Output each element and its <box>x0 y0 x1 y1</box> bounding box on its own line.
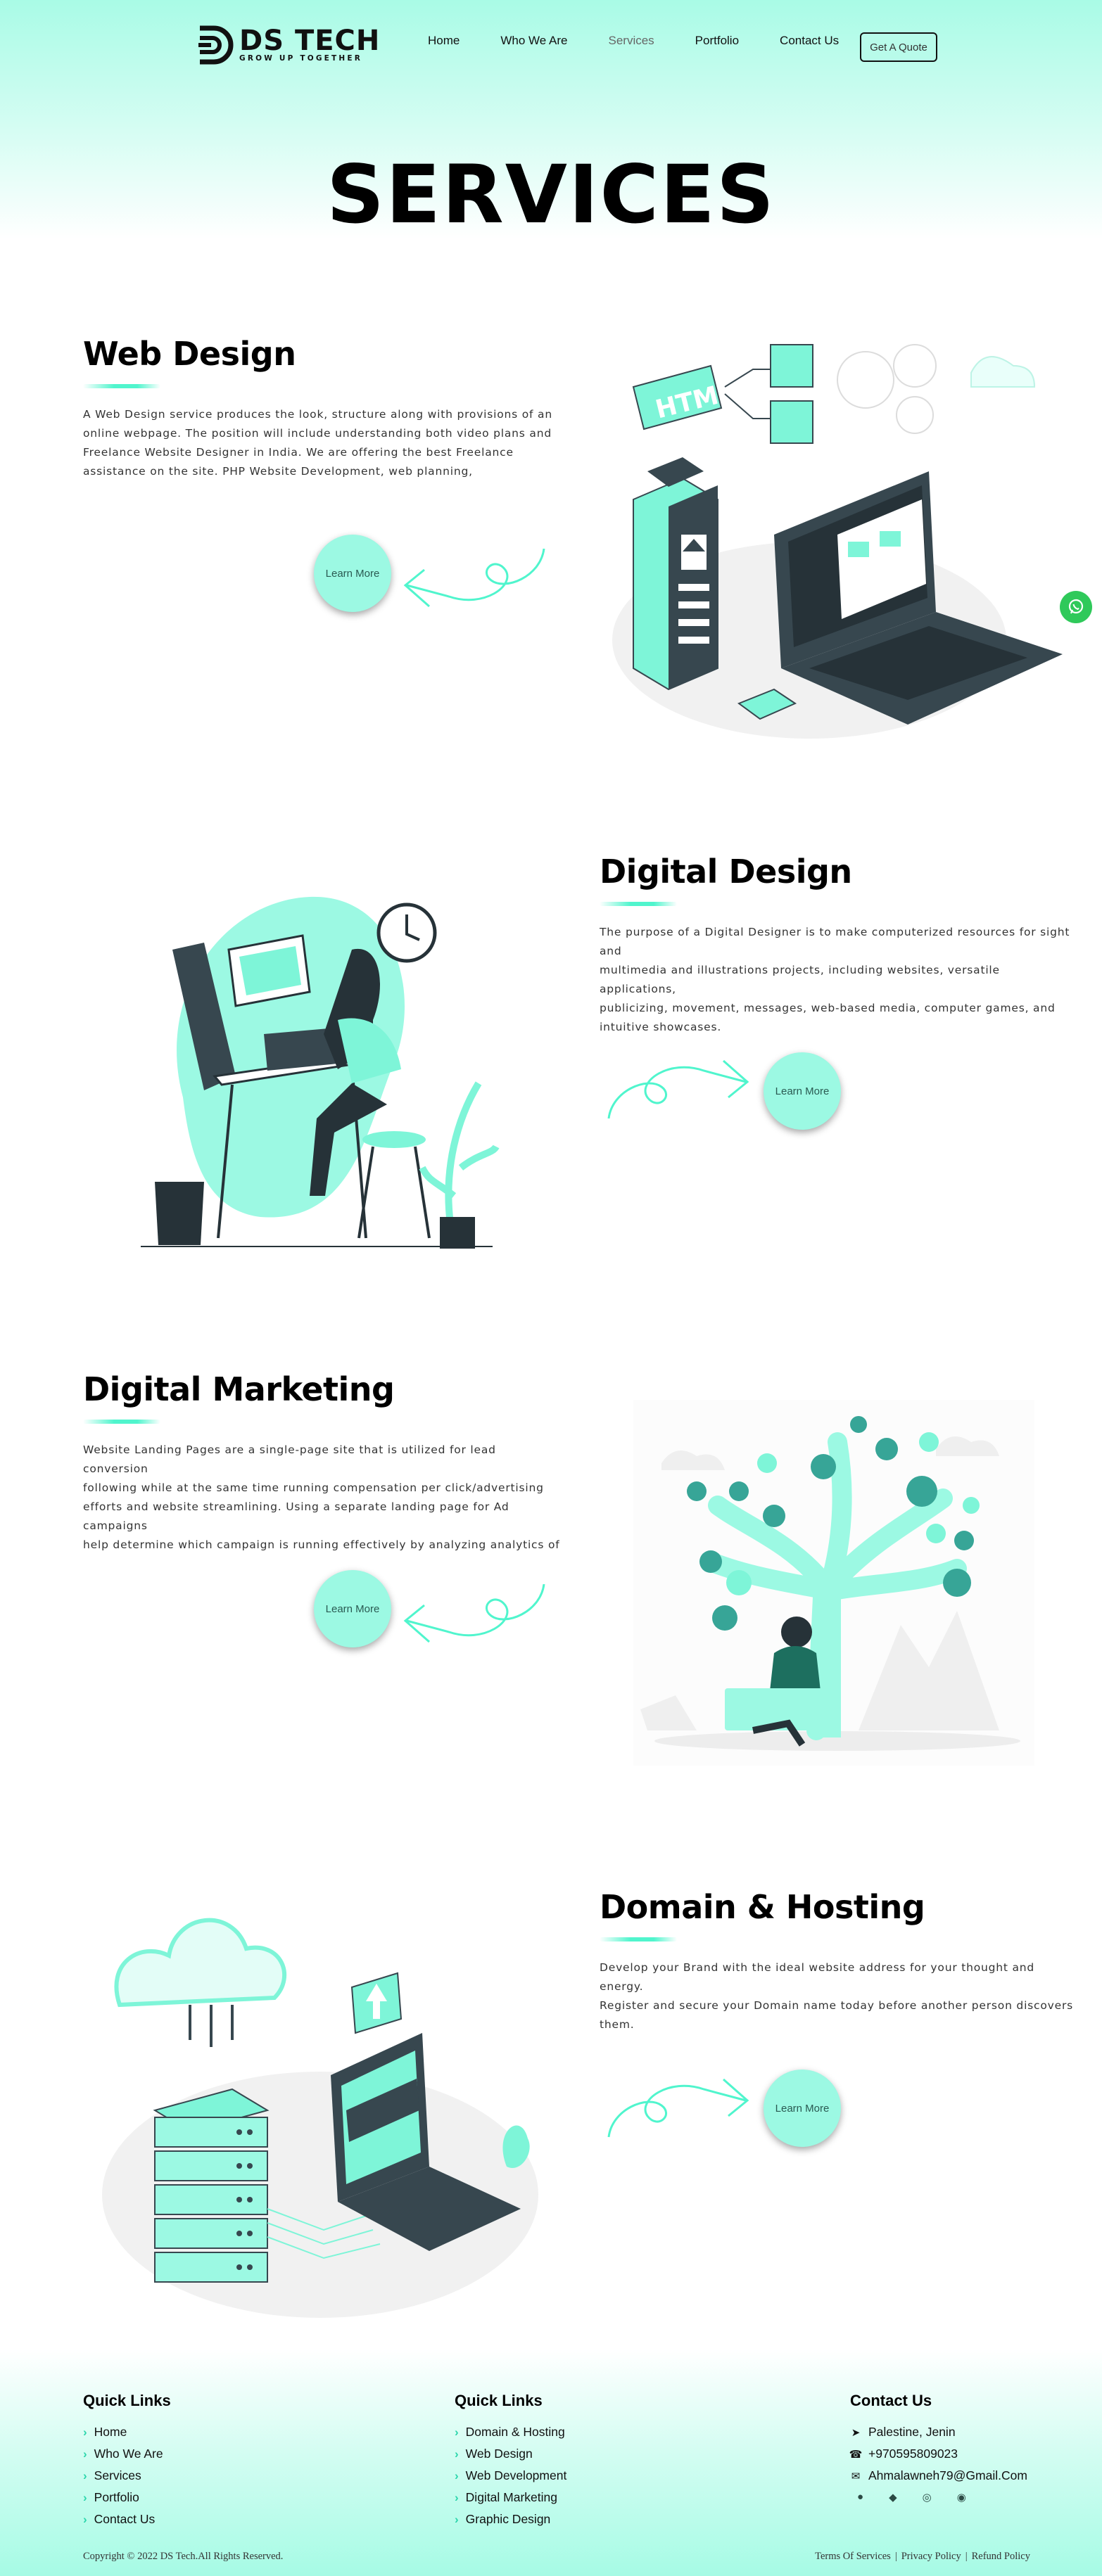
divider: | <box>894 2551 897 2562</box>
footer-link-contact-us[interactable]: › Contact Us <box>83 2508 171 2530</box>
whatsapp-icon[interactable]: ◉ <box>957 2491 966 2504</box>
chevron-right-icon: › <box>455 2468 459 2482</box>
footer-link-who-we-are[interactable]: › Who We Are <box>83 2443 171 2465</box>
footer-link-web-development[interactable]: › Web Development <box>455 2465 566 2487</box>
footer-heading: Contact Us <box>850 2392 932 2409</box>
footer-link-home[interactable]: › Home <box>83 2421 171 2443</box>
service-description: A Web Design service produces the look, … <box>83 408 552 478</box>
nav-home[interactable]: Home <box>428 34 460 48</box>
title-underline <box>83 1420 160 1424</box>
chevron-right-icon: › <box>455 2490 459 2504</box>
chevron-right-icon: › <box>455 2512 459 2526</box>
title-underline <box>600 902 677 906</box>
service-description: Develop your Brand with the ideal websit… <box>600 1961 1074 2031</box>
service-description: Website Landing Pages are a single-page … <box>83 1443 560 1551</box>
service-title: Digital Marketing <box>83 1370 395 1408</box>
footer-link-domain-hosting[interactable]: › Domain & Hosting <box>455 2421 566 2443</box>
arrow-swirl-icon <box>403 548 545 608</box>
title-underline <box>600 1937 677 1941</box>
page-title: SERVICES <box>326 148 776 241</box>
service-title: Digital Design <box>600 853 852 891</box>
location-arrow-icon: ➤ <box>851 2426 861 2439</box>
learn-more-button-web-design[interactable]: Learn More <box>314 535 391 612</box>
nav-who-we-are[interactable]: Who We Are <box>500 34 567 48</box>
service-description: The purpose of a Digital Designer is to … <box>600 926 1070 1033</box>
footer-link-portfolio[interactable]: › Portfolio <box>83 2487 171 2508</box>
whatsapp-float-button[interactable] <box>1060 591 1092 623</box>
hero-header: DS TECH GROW UP TOGETHER Home Who We Are… <box>0 0 1102 241</box>
footer: Quick Links › Home › Who We Are › Services … <box>0 2349 1102 2576</box>
service-domain-hosting: Domain & Hosting Develop your Brand with… <box>600 1888 1078 2034</box>
phone-icon: ☎ <box>849 2448 863 2461</box>
service-web-design: Web Design A Web Design service produces… <box>83 335 562 481</box>
terms-link[interactable]: Terms Of Services <box>815 2551 891 2563</box>
instagram-icon[interactable]: ◎ <box>923 2491 932 2504</box>
footer-heading: Quick Links <box>83 2392 171 2409</box>
domain-hosting-illustration <box>102 1918 538 2318</box>
chevron-right-icon: › <box>83 2512 87 2526</box>
brand-tagline: GROW UP TOGETHER <box>239 54 363 63</box>
nav-services[interactable]: Services <box>608 34 654 48</box>
footer-contact: Contact Us ➤ Palestine, Jenin ☎ +970595809… <box>849 2392 1027 2504</box>
nav-portfolio[interactable]: Portfolio <box>695 34 739 48</box>
digital-design-illustration <box>141 896 500 1249</box>
chevron-right-icon: › <box>83 2447 87 2461</box>
arrow-swirl-icon <box>607 1059 749 1119</box>
twitter-icon[interactable]: ◆ <box>889 2491 897 2504</box>
nav-contact-us[interactable]: Contact Us <box>780 34 839 48</box>
title-underline <box>83 384 160 388</box>
chevron-right-icon: › <box>83 2425 87 2439</box>
service-title: Web Design <box>83 335 296 373</box>
footer-link-services[interactable]: › Services <box>83 2465 171 2487</box>
envelope-icon: ✉ <box>851 2470 861 2482</box>
digital-marketing-illustration <box>633 1400 1034 1766</box>
learn-more-button-domain-hosting[interactable]: Learn More <box>764 2070 841 2147</box>
footer-heading: Quick Links <box>455 2392 543 2409</box>
service-digital-marketing: Digital Marketing Website Landing Pages … <box>83 1370 562 1555</box>
social-links: ● ◆ ◎ ◉ <box>857 2491 1027 2504</box>
chevron-right-icon: › <box>83 2468 87 2482</box>
arrow-swirl-icon <box>403 1583 545 1643</box>
privacy-link[interactable]: Privacy Policy <box>901 2551 961 2563</box>
footer-link-digital-marketing[interactable]: › Digital Marketing <box>455 2487 566 2508</box>
whatsapp-icon <box>1068 599 1084 614</box>
logo-mark-icon <box>198 25 234 65</box>
learn-more-button-digital-design[interactable]: Learn More <box>764 1052 841 1130</box>
footer-quick-links-2: Quick Links › Domain & Hosting › Web Desig… <box>455 2392 566 2530</box>
service-digital-design: Digital Design The purpose of a Digital … <box>600 853 1078 1037</box>
contact-email[interactable]: ✉ Ahmalawneh79@Gmail.Com <box>850 2465 1027 2487</box>
copyright-text: Copyright © 2022 DS Tech.All Rights Rese… <box>83 2551 284 2562</box>
service-title: Domain & Hosting <box>600 1888 925 1926</box>
legal-links: Terms Of Services | Privacy Policy | Ref… <box>815 2551 1030 2563</box>
chevron-right-icon: › <box>455 2425 459 2439</box>
web-design-illustration: HTML <box>612 344 1063 739</box>
brand-logo[interactable]: DS TECH GROW UP TOGETHER <box>197 25 380 65</box>
get-a-quote-button[interactable]: Get A Quote <box>860 32 937 62</box>
chevron-right-icon: › <box>83 2490 87 2504</box>
arrow-swirl-icon <box>607 2078 749 2138</box>
chevron-right-icon: › <box>455 2447 459 2461</box>
contact-address: ➤ Palestine, Jenin <box>851 2425 956 2439</box>
learn-more-button-digital-marketing[interactable]: Learn More <box>314 1570 391 1647</box>
main-nav: Home Who We Are Services Portfolio Conta… <box>428 34 880 48</box>
facebook-icon[interactable]: ● <box>857 2491 863 2504</box>
contact-phone[interactable]: ☎ +970595809023 <box>849 2443 1027 2465</box>
refund-link[interactable]: Refund Policy <box>972 2551 1030 2563</box>
footer-quick-links-1: Quick Links › Home › Who We Are › Services … <box>83 2392 171 2530</box>
footer-link-graphic-design[interactable]: › Graphic Design <box>455 2508 566 2530</box>
footer-link-web-design[interactable]: › Web Design <box>455 2443 566 2465</box>
brand-name: DS TECH <box>239 25 381 57</box>
divider: | <box>965 2551 968 2562</box>
